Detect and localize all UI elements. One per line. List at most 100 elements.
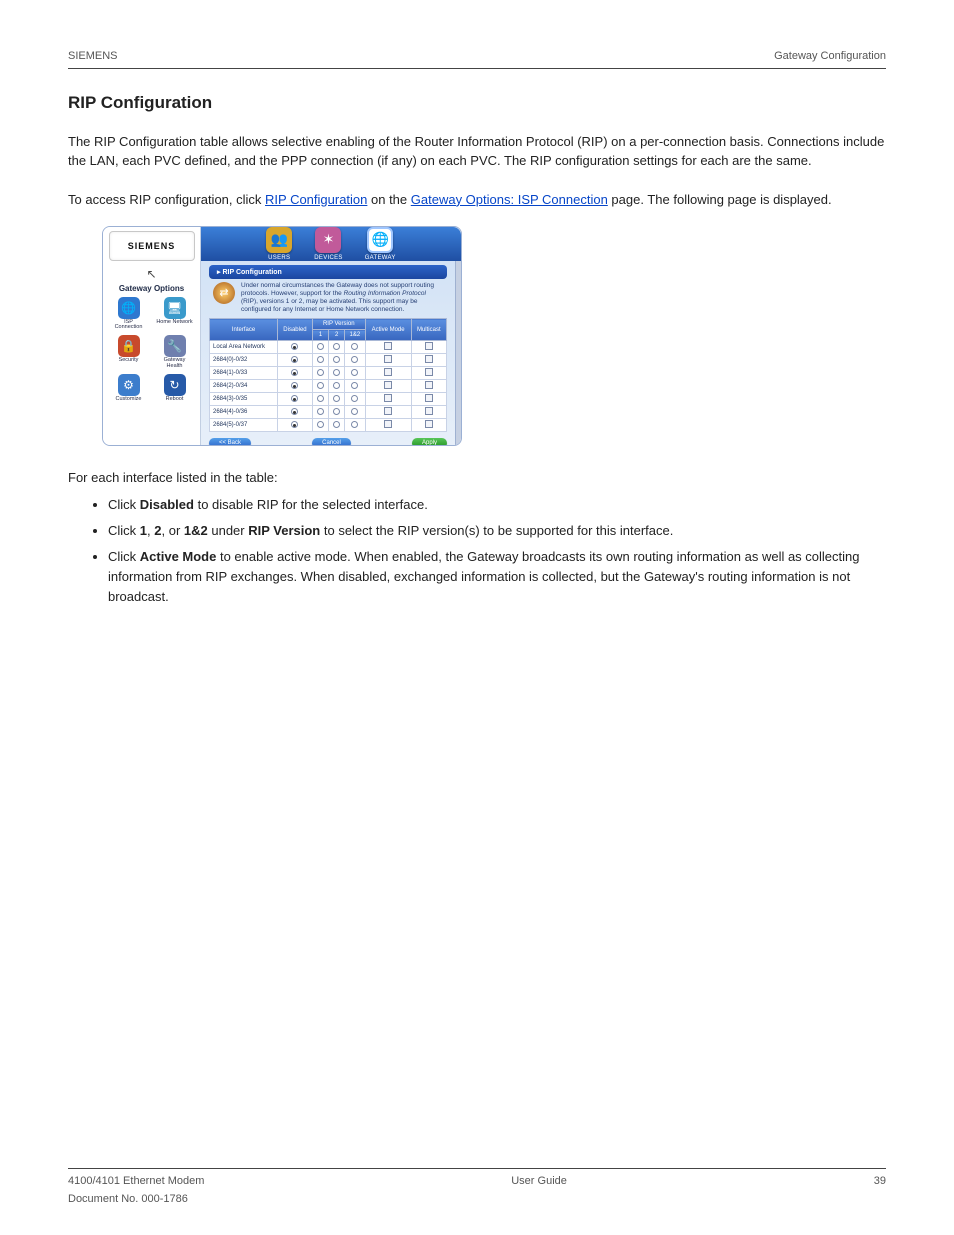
isp-connection-icon: 🌐 (118, 297, 140, 319)
header-brand: SIEMENS (68, 50, 118, 62)
sidebar-item-label: Customize (116, 397, 142, 403)
checkbox-multicast[interactable] (425, 394, 433, 402)
sidebar-item[interactable]: 🔒Security (110, 335, 148, 370)
checkbox-active[interactable] (384, 342, 392, 350)
radio-v2[interactable] (333, 369, 340, 376)
header-rule (68, 68, 886, 69)
checkbox-multicast[interactable] (425, 407, 433, 415)
col-v2: 2 (329, 330, 345, 341)
security-icon: 🔒 (118, 335, 140, 357)
sidebar-item[interactable]: 🖥Home Network (156, 297, 194, 332)
cell-v12 (345, 380, 365, 393)
radio-v2[interactable] (333, 408, 340, 415)
checkbox-multicast[interactable] (425, 368, 433, 376)
radio-v2[interactable] (333, 356, 340, 363)
cell-multicast (411, 341, 446, 354)
cell-v2 (329, 380, 345, 393)
checkbox-active[interactable] (384, 381, 392, 389)
topnav-devices[interactable]: ✶DEVICES (314, 227, 342, 261)
radio-v2[interactable] (333, 343, 340, 350)
radio-v12[interactable] (351, 421, 358, 428)
sidebar-item-label: Security (119, 358, 139, 364)
radio-v12[interactable] (351, 356, 358, 363)
checkbox-multicast[interactable] (425, 420, 433, 428)
radio-disabled[interactable] (291, 356, 298, 363)
sidebar-item[interactable]: 🔧Gateway Health (156, 335, 194, 370)
radio-disabled[interactable] (291, 408, 298, 415)
cell-disabled (277, 380, 312, 393)
scrollbar[interactable] (455, 261, 461, 446)
radio-v2[interactable] (333, 421, 340, 428)
checkbox-active[interactable] (384, 394, 392, 402)
cell-multicast (411, 393, 446, 406)
radio-v1[interactable] (317, 382, 324, 389)
users-icon: 👥 (266, 227, 292, 253)
info-icon: ⇄ (213, 282, 235, 304)
cell-multicast (411, 380, 446, 393)
sidebar-icon-row: ⚙Customize ↻Reboot (110, 374, 194, 403)
radio-v12[interactable] (351, 343, 358, 350)
home-network-icon: 🖥 (164, 297, 186, 319)
cancel-button[interactable]: Cancel (312, 438, 351, 446)
table-row: 2684(1)-0/33 (210, 367, 447, 380)
checkbox-active[interactable] (384, 368, 392, 376)
sidebar-title: Gateway Options (119, 284, 184, 293)
radio-disabled[interactable] (291, 369, 298, 376)
radio-v1[interactable] (317, 421, 324, 428)
col-v1: 1 (312, 330, 328, 341)
radio-v12[interactable] (351, 395, 358, 402)
checkbox-active[interactable] (384, 407, 392, 415)
cell-v1 (312, 354, 328, 367)
instructions-lead: For each interface listed in the table: (68, 470, 886, 485)
apply-button[interactable]: Apply (412, 438, 447, 446)
gateway-options-isp-link[interactable]: Gateway Options: ISP Connection (411, 192, 608, 207)
radio-disabled[interactable] (291, 421, 298, 428)
embedded-screenshot: SIEMENS ↖ Gateway Options 🌐ISP Connectio… (102, 226, 462, 446)
sidebar-item[interactable]: 🌐ISP Connection (110, 297, 148, 332)
cell-v1 (312, 406, 328, 419)
sidebar-item-label: ISP Connection (110, 320, 148, 332)
radio-v1[interactable] (317, 343, 324, 350)
topnav-gateway[interactable]: 🌐GATEWAY (365, 227, 396, 261)
col-interface: Interface (210, 319, 278, 341)
sidebar-icon-row: 🔒Security🔧Gateway Health (110, 335, 194, 370)
panel-title-bar: ▸ RIP Configuration (209, 265, 447, 279)
cell-disabled (277, 341, 312, 354)
radio-v1[interactable] (317, 395, 324, 402)
checkbox-active[interactable] (384, 355, 392, 363)
radio-v12[interactable] (351, 369, 358, 376)
radio-v1[interactable] (317, 356, 324, 363)
table-row: 2684(2)-0/34 (210, 380, 447, 393)
cell-disabled (277, 354, 312, 367)
checkbox-multicast[interactable] (425, 355, 433, 363)
cell-interface: Local Area Network (210, 341, 278, 354)
cell-v12 (345, 393, 365, 406)
sidebar-item[interactable]: ⚙Customize (110, 374, 148, 403)
radio-v1[interactable] (317, 369, 324, 376)
topnav-users[interactable]: 👥USERS (266, 227, 292, 261)
bullet-1: Click Disabled to disable RIP for the se… (108, 495, 886, 515)
col-disabled: Disabled (277, 319, 312, 341)
radio-v2[interactable] (333, 382, 340, 389)
checkbox-active[interactable] (384, 420, 392, 428)
radio-v12[interactable] (351, 382, 358, 389)
checkbox-multicast[interactable] (425, 342, 433, 350)
table-row: 2684(3)-0/35 (210, 393, 447, 406)
panel-title-text: RIP Configuration (222, 269, 281, 276)
radio-disabled[interactable] (291, 343, 298, 350)
radio-v12[interactable] (351, 408, 358, 415)
rip-config-link[interactable]: RIP Configuration (265, 192, 367, 207)
radio-v2[interactable] (333, 395, 340, 402)
checkbox-multicast[interactable] (425, 381, 433, 389)
back-button[interactable]: << Back (209, 438, 251, 446)
cell-interface: 2684(0)-0/32 (210, 354, 278, 367)
radio-disabled[interactable] (291, 382, 298, 389)
cell-v1 (312, 380, 328, 393)
cell-disabled (277, 367, 312, 380)
radio-v1[interactable] (317, 408, 324, 415)
radio-disabled[interactable] (291, 395, 298, 402)
footer-model: 4100/4101 Ethernet Modem (68, 1175, 204, 1187)
sidebar-item[interactable]: ↻Reboot (156, 374, 194, 403)
cell-v1 (312, 393, 328, 406)
intro-link-pre: To access RIP configuration, click (68, 192, 265, 207)
